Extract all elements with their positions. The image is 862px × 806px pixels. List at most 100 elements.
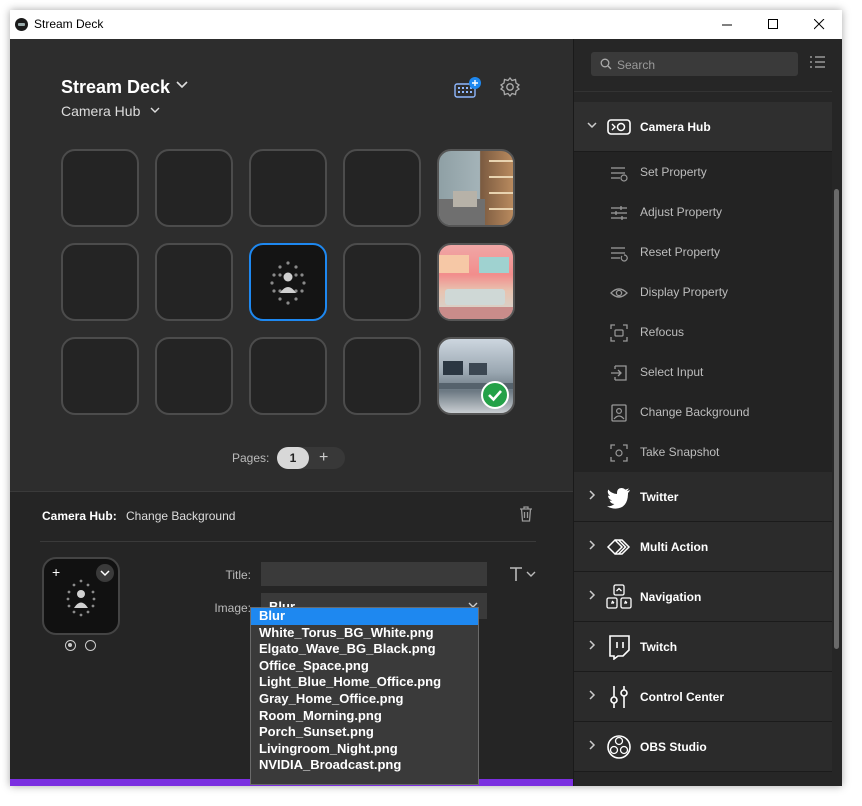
image-label: Image: <box>191 601 251 615</box>
settings-gear-icon[interactable] <box>499 76 521 98</box>
deck-key-room-morning[interactable] <box>437 243 515 321</box>
action-display-property[interactable]: Display Property <box>574 272 832 312</box>
canvas-area: Stream Deck Camera Hub <box>10 39 573 491</box>
category-obs-studio[interactable]: OBS Studio <box>574 722 832 772</box>
close-button[interactable] <box>796 10 842 39</box>
action-refocus[interactable]: Refocus <box>574 312 832 352</box>
image-option[interactable]: Elgato_Wave_BG_Black.png <box>251 641 478 658</box>
device-dropdown-chevron-icon[interactable] <box>175 79 189 89</box>
action-take-snapshot[interactable]: Take Snapshot <box>574 432 832 472</box>
deck-key-light-blue-office[interactable] <box>437 337 515 415</box>
adjust-property-icon <box>610 204 628 222</box>
chevron-down-icon <box>586 119 598 131</box>
title-label: Title: <box>191 568 251 582</box>
image-option[interactable]: NVIDIA_Broadcast.png <box>251 757 478 774</box>
chevron-right-icon <box>586 489 598 501</box>
category-label: Camera Hub <box>640 120 711 134</box>
category-multi-action[interactable]: Multi Action <box>574 522 832 572</box>
category-twitch[interactable]: Twitch <box>574 622 832 672</box>
page-controls: 1 + <box>277 447 345 469</box>
category-twitter[interactable]: Twitter <box>574 472 832 522</box>
chevron-right-icon <box>586 639 598 651</box>
deck-key-selected-change-background[interactable] <box>249 243 327 321</box>
list-view-icon[interactable] <box>810 55 826 69</box>
select-input-icon <box>610 364 628 382</box>
pages-label: Pages: <box>232 451 269 465</box>
category-label: OBS Studio <box>640 740 707 754</box>
image-option[interactable]: Livingroom_Night.png <box>251 741 478 758</box>
snapshot-icon <box>610 444 628 462</box>
category-label: Twitch <box>640 640 677 654</box>
deck-key[interactable] <box>155 243 233 321</box>
deck-key[interactable] <box>249 337 327 415</box>
image-dropdown-list[interactable]: Blur White_Torus_BG_White.png Elgato_Wav… <box>250 607 479 785</box>
sidebar-scrollbar[interactable] <box>834 189 839 649</box>
minimize-button[interactable] <box>704 10 750 39</box>
inspector-action-label: Change Background <box>126 509 235 523</box>
action-select-input[interactable]: Select Input <box>574 352 832 392</box>
page-1-button[interactable]: 1 <box>277 447 309 469</box>
deck-key[interactable] <box>155 149 233 227</box>
change-background-key-icon <box>251 245 327 321</box>
deck-key[interactable] <box>61 337 139 415</box>
stream-deck-app-icon <box>15 18 28 31</box>
image-option[interactable]: Porch_Sunset.png <box>251 724 478 741</box>
actions-sidebar: Search Camera Hub Set Property Adjust Pr… <box>573 39 842 786</box>
deck-key[interactable] <box>155 337 233 415</box>
action-label: Set Property <box>640 165 707 179</box>
device-keypad-icon[interactable] <box>454 77 482 99</box>
image-option[interactable]: Gray_Home_Office.png <box>251 691 478 708</box>
deck-key[interactable] <box>61 149 139 227</box>
search-icon <box>600 58 612 70</box>
image-option[interactable]: Room_Morning.png <box>251 708 478 725</box>
category-control-center[interactable]: Control Center <box>574 672 832 722</box>
key-preview[interactable]: + <box>42 557 120 635</box>
image-option[interactable]: Blur <box>251 608 478 625</box>
deck-key[interactable] <box>343 149 421 227</box>
profile-dropdown-chevron-icon[interactable] <box>149 106 161 115</box>
change-background-icon <box>610 404 628 422</box>
action-label: Adjust Property <box>640 205 722 219</box>
category-label: Multi Action <box>640 540 708 554</box>
action-set-property[interactable]: Set Property <box>574 152 832 192</box>
chevron-right-icon <box>586 739 598 751</box>
state-2-radio[interactable] <box>85 640 96 651</box>
action-label: Refocus <box>640 325 684 339</box>
divider <box>40 541 536 542</box>
search-placeholder: Search <box>617 58 655 72</box>
state-1-radio[interactable] <box>65 640 76 651</box>
eye-icon <box>610 284 628 302</box>
action-label: Select Input <box>640 365 703 379</box>
image-option[interactable]: Light_Blue_Home_Office.png <box>251 674 478 691</box>
deck-key[interactable] <box>249 149 327 227</box>
chevron-right-icon <box>586 589 598 601</box>
deck-key[interactable] <box>343 337 421 415</box>
add-page-button[interactable]: + <box>319 449 328 467</box>
chevron-right-icon <box>586 689 598 701</box>
active-check-icon <box>481 381 509 409</box>
chevron-right-icon <box>586 539 598 551</box>
twitch-icon <box>606 634 632 660</box>
category-camera-hub[interactable]: Camera Hub <box>574 102 832 152</box>
action-reset-property[interactable]: Reset Property <box>574 232 832 272</box>
twitter-icon <box>606 484 632 510</box>
image-option[interactable]: Office_Space.png <box>251 658 478 675</box>
image-option[interactable]: White_Torus_BG_White.png <box>251 625 478 642</box>
device-name: Stream Deck <box>61 77 170 98</box>
profile-name[interactable]: Camera Hub <box>61 103 140 119</box>
room-thumbnail <box>439 245 515 321</box>
trash-icon[interactable] <box>518 505 534 523</box>
action-label: Take Snapshot <box>640 445 719 459</box>
action-change-background[interactable]: Change Background <box>574 392 832 432</box>
category-navigation[interactable]: Navigation <box>574 572 832 622</box>
deck-key[interactable] <box>61 243 139 321</box>
deck-key[interactable] <box>343 243 421 321</box>
title-input[interactable] <box>261 562 487 586</box>
text-format-icon[interactable] <box>508 563 538 585</box>
search-input[interactable]: Search <box>591 52 798 76</box>
minimize-icon <box>722 19 733 30</box>
multi-action-icon <box>606 534 632 560</box>
maximize-button[interactable] <box>750 10 796 39</box>
action-adjust-property[interactable]: Adjust Property <box>574 192 832 232</box>
deck-key-office-space[interactable] <box>437 149 515 227</box>
